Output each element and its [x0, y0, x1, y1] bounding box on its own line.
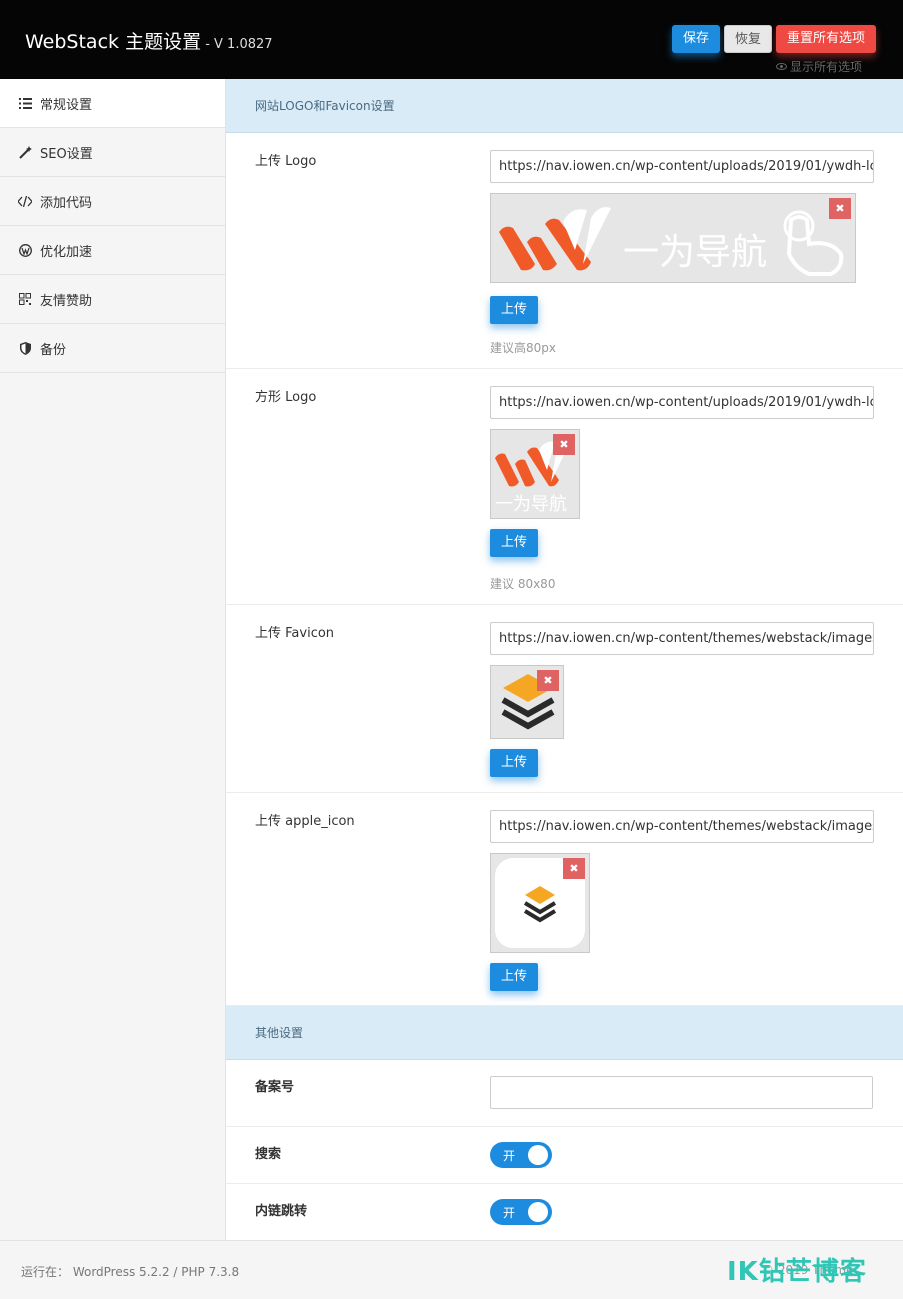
magic-wand-icon	[18, 145, 32, 159]
toggle-knob	[528, 1202, 548, 1222]
code-icon	[18, 194, 32, 208]
square-logo-hint: 建议 80x80	[490, 577, 556, 591]
apple-icon-url-input[interactable]: https://nav.iowen.cn/wp-content/themes/w…	[490, 810, 874, 843]
eye-icon	[776, 63, 787, 70]
version-label: - V 1.0827	[201, 37, 273, 52]
square-logo-preview: 一为导航 ✖	[490, 429, 580, 519]
remove-logo-button[interactable]: ✖	[829, 198, 851, 219]
logo-hint: 建议高80px	[490, 341, 556, 355]
favicon-row: 上传 Favicon https://nav.iowen.cn/wp-conte…	[226, 605, 903, 793]
square-logo-label: 方形 Logo	[255, 390, 317, 405]
square-logo-url-input[interactable]: https://nav.iowen.cn/wp-content/uploads/…	[490, 386, 874, 419]
apple-icon-label: 上传 apple_icon	[255, 814, 355, 829]
sidebar-item-optimize[interactable]: 优化加速	[0, 226, 225, 275]
show-all-options-link[interactable]: 显示所有选项	[776, 58, 862, 75]
favicon-preview: ✖	[490, 665, 564, 739]
section-title-other: 其他设置	[226, 1006, 903, 1060]
top-header: WebStack 主题设置 - V 1.0827 保存 恢复 重置所有选项 显示…	[0, 0, 903, 79]
shield-icon	[18, 341, 32, 355]
icp-label: 备案号	[255, 1080, 295, 1095]
sidebar-item-code[interactable]: 添加代码	[0, 177, 225, 226]
apple-icon-preview: ✖	[490, 853, 590, 953]
sidebar-item-seo[interactable]: SEO设置	[0, 128, 225, 177]
icp-input[interactable]	[490, 1076, 873, 1109]
logo-preview: 一为导航 ✖	[490, 193, 856, 283]
restore-button[interactable]: 恢复	[724, 25, 772, 53]
upload-favicon-button[interactable]: 上传	[490, 749, 538, 777]
apple-icon-row: 上传 apple_icon https://nav.iowen.cn/wp-co…	[226, 793, 903, 1006]
sidebar-item-label: 常规设置	[40, 97, 93, 113]
square-logo-row: 方形 Logo https://nav.iowen.cn/wp-content/…	[226, 369, 903, 605]
remove-apple-icon-button[interactable]: ✖	[563, 858, 585, 879]
reset-all-button[interactable]: 重置所有选项	[776, 25, 876, 53]
favicon-label: 上传 Favicon	[255, 626, 335, 641]
upload-apple-icon-button[interactable]: 上传	[490, 963, 538, 991]
sidebar-item-label: 友情赞助	[40, 293, 93, 309]
remove-favicon-button[interactable]: ✖	[537, 670, 559, 691]
upload-logo-button[interactable]: 上传	[490, 296, 538, 324]
logo-label: 上传 Logo	[255, 154, 317, 169]
section-title-logo: 网站LOGO和Favicon设置	[226, 79, 903, 133]
sidebar-item-label: 备份	[40, 342, 67, 358]
page-title: WebStack 主题设置 - V 1.0827	[25, 27, 273, 54]
footer: 运行在： WordPress 5.2.2 / PHP 7.3.8 © 2019 …	[0, 1240, 903, 1299]
sidebar-item-label: 添加代码	[40, 195, 93, 211]
icp-row: 备案号	[226, 1060, 903, 1127]
sidebar-item-label: SEO设置	[40, 146, 93, 162]
sidebar-item-general[interactable]: 常规设置	[0, 79, 225, 128]
qrcode-icon	[18, 292, 32, 306]
sidebar: 常规设置 SEO设置 添加代码 优化加速 友情赞助 备份	[0, 79, 226, 1240]
toggle-knob	[528, 1145, 548, 1165]
wordpress-icon	[18, 243, 32, 257]
upload-square-logo-button[interactable]: 上传	[490, 529, 538, 557]
logo-row: 上传 Logo https://nav.iowen.cn/wp-content/…	[226, 133, 903, 369]
show-all-label: 显示所有选项	[790, 60, 863, 74]
save-button[interactable]: 保存	[672, 25, 720, 53]
list-icon	[18, 96, 32, 110]
remove-square-logo-button[interactable]: ✖	[553, 434, 575, 455]
watermark-logo: IK钻芒博客	[727, 1257, 867, 1287]
square-logo-image-text: 一为导航	[495, 494, 567, 515]
internal-link-label: 内链跳转	[255, 1204, 308, 1219]
sidebar-item-backup[interactable]: 备份	[0, 324, 225, 373]
internal-link-toggle[interactable]: 开	[490, 1199, 552, 1225]
search-toggle-label: 开	[503, 1149, 516, 1163]
search-row: 搜索 开	[226, 1127, 903, 1184]
logo-url-input[interactable]: https://nav.iowen.cn/wp-content/uploads/…	[490, 150, 874, 183]
logo-image-text: 一为导航	[623, 232, 767, 273]
sidebar-item-sponsor[interactable]: 友情赞助	[0, 275, 225, 324]
favicon-url-input[interactable]: https://nav.iowen.cn/wp-content/themes/w…	[490, 622, 874, 655]
logo-image: 一为导航	[499, 207, 844, 276]
main-content: 网站LOGO和Favicon设置 上传 Logo https://nav.iow…	[226, 79, 903, 1241]
search-label: 搜索	[255, 1147, 282, 1162]
search-toggle[interactable]: 开	[490, 1142, 552, 1168]
footer-run-on: 运行在： WordPress 5.2.2 / PHP 7.3.8	[21, 1265, 240, 1279]
page-title-text: WebStack 主题设置	[25, 31, 202, 53]
internal-link-toggle-label: 开	[503, 1206, 516, 1220]
sidebar-item-label: 优化加速	[40, 244, 93, 260]
internal-link-row: 内链跳转 开	[226, 1184, 903, 1241]
